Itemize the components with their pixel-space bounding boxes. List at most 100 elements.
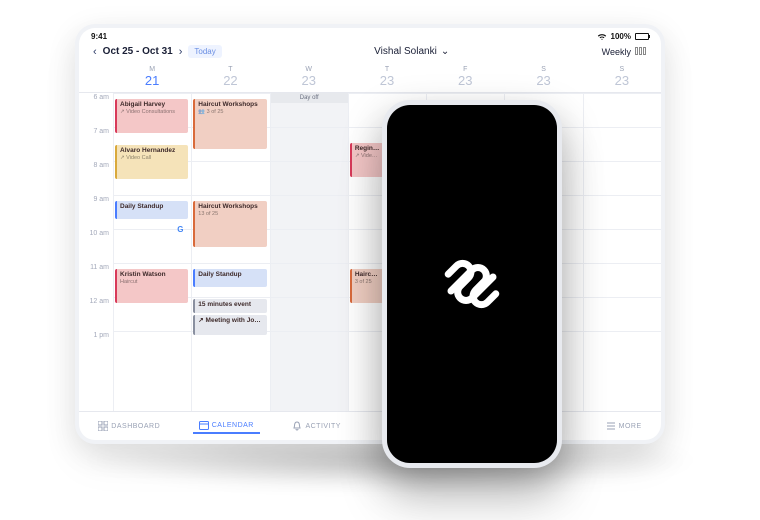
calendar-event[interactable]: Haircut Workshops13 of 25 [193, 201, 266, 247]
calendar-event[interactable]: Kristin WatsonHaircut [115, 269, 188, 303]
next-week-button[interactable]: › [179, 46, 183, 58]
view-grid-icon [635, 47, 647, 57]
calendar-event[interactable]: Daily Standup [193, 269, 266, 287]
event-title: Daily Standup [198, 271, 263, 279]
status-time: 9:41 [91, 32, 107, 41]
event-subtitle: ↗ Video Consultations [120, 109, 185, 116]
grid-line [271, 229, 348, 263]
nav-activity[interactable]: ACTIVITY [286, 419, 347, 433]
hour-label: 6 am [79, 93, 113, 127]
nav-calendar[interactable]: CALENDAR [193, 418, 260, 434]
day-letter: S [583, 66, 661, 73]
hour-label: 8 am [79, 161, 113, 195]
grid-line [271, 161, 348, 195]
event-title: Alvaro Hernandez [120, 147, 185, 155]
today-button[interactable]: Today [188, 45, 221, 58]
day-column-wed[interactable]: Day off [270, 93, 348, 411]
day-column-sun[interactable] [583, 93, 661, 411]
day-number: 21 [113, 73, 191, 88]
event-subtitle: 13 of 25 [198, 211, 263, 218]
calendar-icon [199, 420, 209, 430]
event-title: Kristin Watson [120, 271, 185, 279]
nav-calendar-label: CALENDAR [212, 422, 254, 429]
day-number: 23 [270, 73, 348, 88]
nav-more[interactable]: MORE [600, 419, 648, 433]
day-column-tue[interactable]: Haircut Workshops👥 3 of 25Haircut Worksh… [191, 93, 269, 411]
grid-line [192, 161, 269, 195]
day-number: 22 [191, 73, 269, 88]
days-header: M21T22W23T23F23S23S23 [79, 64, 661, 93]
grid-line [271, 195, 348, 229]
bottom-nav: DASHBOARD CALENDAR ACTIVITY MORE [79, 411, 661, 440]
event-subtitle: 👥 3 of 25 [198, 109, 263, 116]
phone-device [382, 100, 562, 468]
user-name: Vishal Solanki [374, 46, 437, 57]
grid-line [584, 93, 661, 127]
event-title: Haircut Workshops [198, 203, 263, 211]
day-header-5[interactable]: S23 [504, 64, 582, 92]
day-header-1[interactable]: T22 [191, 64, 269, 92]
phone-screen [387, 105, 557, 463]
calendar-event[interactable]: Abigail Harvey↗ Video Consultations [115, 99, 188, 133]
battery-icon [635, 33, 649, 40]
event-title: Daily Standup [120, 203, 185, 211]
calendar-event[interactable]: Alvaro Hernandez↗ Video Call [115, 145, 188, 179]
hour-label: 1 pm [79, 331, 113, 365]
calendar-body[interactable]: 6 am7 am8 am9 am10 am11 am12 am1 pm Abig… [79, 93, 661, 411]
tablet-device: 9:41 100% ‹ Oct 25 - Oct 31 › Today Vish… [75, 24, 665, 444]
day-column-mon[interactable]: Abigail Harvey↗ Video Consultations Alvar… [113, 93, 191, 411]
day-letter: T [348, 66, 426, 73]
hour-label: 10 am [79, 229, 113, 263]
day-header-6[interactable]: S23 [583, 64, 661, 92]
tablet-screen: 9:41 100% ‹ Oct 25 - Oct 31 › Today Vish… [79, 28, 661, 440]
grid-line [584, 263, 661, 297]
wifi-icon [597, 33, 607, 41]
status-bar: 9:41 100% [79, 28, 661, 43]
event-title: Haircut Workshops [198, 101, 263, 109]
view-selector[interactable]: Weekly [602, 47, 647, 57]
nav-dashboard[interactable]: DASHBOARD [92, 419, 166, 433]
calendar-event[interactable]: Haircut Workshops👥 3 of 25 [193, 99, 266, 149]
day-letter: T [191, 66, 269, 73]
event-subtitle: ↗ Video Call [120, 155, 185, 162]
prev-week-button[interactable]: ‹ [93, 46, 97, 58]
nav-more-label: MORE [619, 423, 642, 430]
day-header-2[interactable]: W23 [270, 64, 348, 92]
grid-line [584, 127, 661, 161]
day-number: 23 [348, 73, 426, 88]
dayoff-banner: Day off [271, 93, 348, 103]
grid-line [114, 331, 191, 365]
day-number: 23 [504, 73, 582, 88]
user-selector[interactable]: Vishal Solanki ⌄ [374, 46, 449, 57]
dashboard-icon [98, 421, 108, 431]
date-range[interactable]: Oct 25 - Oct 31 [103, 46, 173, 57]
battery-pct: 100% [611, 32, 631, 41]
day-letter: F [426, 66, 504, 73]
day-header-0[interactable]: M21 [113, 64, 191, 92]
hour-label: 11 am [79, 263, 113, 297]
day-letter: S [504, 66, 582, 73]
grid-line [271, 297, 348, 331]
hour-label: 7 am [79, 127, 113, 161]
grid-line [584, 331, 661, 365]
grid-line [271, 127, 348, 161]
grid-line [584, 297, 661, 331]
google-icon: G [177, 225, 187, 235]
calendar-event[interactable]: Daily Standup [115, 201, 188, 219]
event-title: Abigail Harvey [120, 101, 185, 109]
grid-line [584, 161, 661, 195]
calendar-header: ‹ Oct 25 - Oct 31 › Today Vishal Solanki… [79, 43, 661, 64]
squarespace-logo-icon [437, 249, 507, 319]
day-letter: M [113, 66, 191, 73]
calendar-event[interactable]: 15 minutes event [193, 299, 266, 313]
time-gutter: 6 am7 am8 am9 am10 am11 am12 am1 pm [79, 93, 113, 411]
day-header-4[interactable]: F23 [426, 64, 504, 92]
nav-activity-label: ACTIVITY [305, 423, 341, 430]
calendar-event[interactable]: ↗ Meeting with Jo… [193, 315, 266, 335]
grid-line [271, 263, 348, 297]
event-title: 15 minutes event [198, 301, 263, 309]
grid-line [192, 331, 269, 365]
event-subtitle: Haircut [120, 279, 185, 286]
day-header-3[interactable]: T23 [348, 64, 426, 92]
hour-label: 9 am [79, 195, 113, 229]
